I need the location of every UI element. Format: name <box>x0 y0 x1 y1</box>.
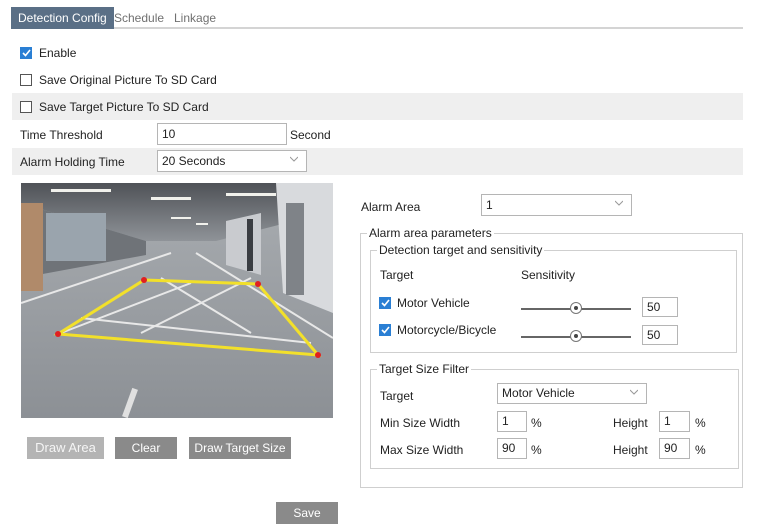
max-height-label: Height <box>613 443 648 457</box>
min-height-input[interactable]: 1 <box>659 411 690 432</box>
size-target-label: Target <box>380 389 414 403</box>
alarm-holding-value: 20 Seconds <box>162 154 226 168</box>
size-target-select[interactable]: Motor Vehicle <box>497 383 647 404</box>
time-threshold-input[interactable]: 10 <box>157 123 287 145</box>
detection-target-legend: Detection target and sensitivity <box>379 243 543 257</box>
tab-bar: Detection Config Schedule Linkage <box>11 7 743 29</box>
min-width-unit: % <box>531 416 542 430</box>
max-height-unit: % <box>695 443 706 457</box>
max-height-input[interactable]: 90 <box>659 438 690 459</box>
tab-detection-config[interactable]: Detection Config <box>11 7 114 29</box>
target-size-filter-legend: Target Size Filter <box>379 362 470 376</box>
motor-vehicle-checkbox[interactable] <box>379 297 391 309</box>
target-header: Target <box>380 268 414 282</box>
motorcycle-sensitivity-input[interactable]: 50 <box>642 325 678 345</box>
sensitivity-header: Sensitivity <box>521 268 576 282</box>
chevron-down-icon <box>615 200 623 206</box>
min-height-unit: % <box>695 416 706 430</box>
enable-checkbox[interactable] <box>20 46 32 59</box>
enable-row: Enable <box>12 39 743 66</box>
save-original-checkbox[interactable] <box>20 73 32 86</box>
max-size-width-label: Max Size Width <box>380 443 464 457</box>
time-threshold-label: Time Threshold <box>20 128 103 142</box>
chevron-down-icon <box>630 389 638 395</box>
max-width-unit: % <box>531 443 542 457</box>
motor-vehicle-sensitivity-input[interactable]: 50 <box>642 297 678 317</box>
min-size-width-label: Min Size Width <box>380 416 461 430</box>
min-size-width-input[interactable]: 1 <box>497 411 527 432</box>
time-threshold-row <box>12 121 743 148</box>
motor-vehicle-slider-handle[interactable] <box>570 302 582 314</box>
min-height-label: Height <box>613 416 648 430</box>
enable-label: Enable <box>39 45 77 60</box>
tab-linkage[interactable]: Linkage <box>174 7 216 29</box>
clear-button[interactable]: Clear <box>115 437 177 459</box>
parking-scene-image <box>21 183 333 418</box>
chevron-down-icon <box>290 156 298 162</box>
time-threshold-unit: Second <box>290 128 331 142</box>
motorcycle-checkbox[interactable] <box>379 324 391 336</box>
alarm-area-label: Alarm Area <box>361 200 421 214</box>
alarm-holding-label: Alarm Holding Time <box>20 155 125 169</box>
draw-target-size-button[interactable]: Draw Target Size <box>189 437 291 459</box>
draw-area-button[interactable]: Draw Area <box>27 437 104 459</box>
save-original-label: Save Original Picture To SD Card <box>39 72 217 87</box>
max-size-width-input[interactable]: 90 <box>497 438 527 459</box>
tab-schedule[interactable]: Schedule <box>114 7 164 29</box>
save-target-label: Save Target Picture To SD Card <box>39 99 209 114</box>
save-target-row: Save Target Picture To SD Card <box>12 93 743 120</box>
motor-vehicle-label: Motor Vehicle <box>397 296 470 310</box>
camera-preview[interactable] <box>21 183 333 418</box>
size-target-value: Motor Vehicle <box>502 386 575 400</box>
alarm-area-select[interactable]: 1 <box>481 194 632 216</box>
alarm-area-parameters-legend: Alarm area parameters <box>369 226 492 240</box>
alarm-holding-select[interactable]: 20 Seconds <box>157 150 307 172</box>
motorcycle-label: Motorcycle/Bicycle <box>397 323 497 337</box>
alarm-area-value: 1 <box>486 198 493 212</box>
save-original-row: Save Original Picture To SD Card <box>12 66 743 93</box>
save-target-checkbox[interactable] <box>20 100 32 113</box>
motorcycle-slider-handle[interactable] <box>570 330 582 342</box>
save-button[interactable]: Save <box>276 502 338 524</box>
